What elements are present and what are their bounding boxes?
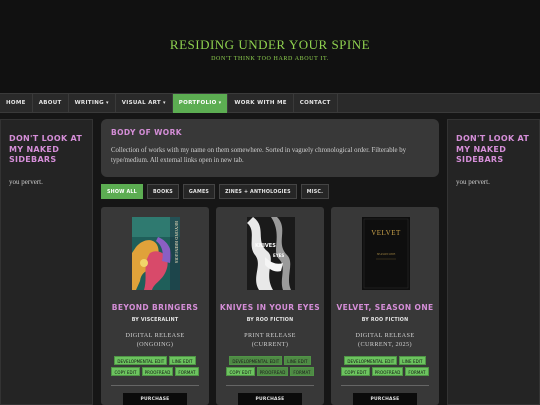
card-title[interactable]: KNIVES IN YOUR EYES bbox=[216, 303, 324, 312]
cover-title-text: VELVET bbox=[371, 229, 401, 237]
card-title[interactable]: BEYOND BRINGERS bbox=[101, 303, 209, 312]
portfolio-card: KNIVES EYES KNIVES IN YOUR EYES BY ROO F… bbox=[216, 207, 324, 405]
page-description: Collection of works with my name on them… bbox=[111, 147, 407, 164]
nav-work-with-me-label: WORK WITH ME bbox=[234, 100, 287, 106]
nav-visual-art-label: VISUAL ART bbox=[121, 100, 161, 106]
nav-writing-label: WRITING bbox=[74, 100, 104, 106]
nav-home[interactable]: HOME bbox=[0, 94, 33, 113]
cover-title-text: KNIVES bbox=[255, 243, 276, 249]
book-cover-image[interactable]: BEYOND BRINGERS bbox=[132, 217, 180, 290]
nav-about[interactable]: ABOUT bbox=[33, 94, 69, 113]
tag-format: FORMAT bbox=[405, 367, 429, 376]
purchase-button[interactable]: PURCHASE bbox=[238, 393, 302, 405]
card-release-status: (ONGOING) bbox=[136, 341, 174, 348]
card-release: DIGITAL RELEASE (ONGOING) bbox=[101, 331, 209, 349]
tag-format: FORMAT bbox=[175, 367, 199, 376]
portfolio-card: VELVET SEASON ONE VELVET, SEASON ONE BY … bbox=[331, 207, 439, 405]
site-tagline: DON'T THINK TOO HARD ABOUT IT. bbox=[211, 56, 329, 62]
nav-home-label: HOME bbox=[6, 100, 26, 106]
card-tags: DEVELOPMENTAL EDIT LINE EDIT COPY EDIT P… bbox=[105, 356, 205, 376]
tag-developmental-edit: DEVELOPMENTAL EDIT bbox=[344, 356, 398, 365]
card-divider bbox=[341, 385, 429, 386]
chevron-down-icon: ▾ bbox=[218, 100, 222, 106]
cover-title-text: BEYOND BRINGERS bbox=[174, 221, 179, 264]
card-release-type: DIGITAL RELEASE bbox=[125, 332, 185, 339]
filter-misc[interactable]: MISC. bbox=[300, 184, 330, 199]
sidebar-text: you pervert. bbox=[9, 177, 43, 186]
site-header: RESIDING UNDER YOUR SPINE DON'T THINK TO… bbox=[0, 0, 540, 93]
site-title[interactable]: RESIDING UNDER YOUR SPINE bbox=[0, 37, 540, 53]
card-divider bbox=[111, 385, 199, 386]
tag-proofread: PROOFREAD bbox=[371, 367, 404, 376]
book-cover-image[interactable]: VELVET SEASON ONE bbox=[362, 217, 410, 290]
card-release-type: DIGITAL RELEASE bbox=[355, 332, 415, 339]
filter-books[interactable]: BOOKS bbox=[146, 184, 179, 199]
sidebar-text: you pervert. bbox=[456, 177, 490, 186]
right-sidebar: DON'T LOOK AT MY NAKED SIDEBARS you perv… bbox=[447, 119, 540, 405]
card-release: DIGITAL RELEASE (CURRENT, 2025) bbox=[331, 331, 439, 349]
card-release-type: PRINT RELEASE bbox=[244, 332, 296, 339]
filter-bar: SHOW ALL BOOKS GAMES ZINES + ANTHOLOGIES… bbox=[101, 184, 330, 199]
card-tags: DEVELOPMENTAL EDIT LINE EDIT COPY EDIT P… bbox=[335, 356, 435, 376]
nav-portfolio-label: PORTFOLIO bbox=[178, 100, 217, 106]
nav-writing[interactable]: WRITING ▾ bbox=[69, 94, 116, 113]
card-author: BY VISCERALINT bbox=[131, 318, 179, 323]
left-sidebar: DON'T LOOK AT MY NAKED SIDEBARS you perv… bbox=[0, 119, 93, 405]
filter-zines-anthologies[interactable]: ZINES + ANTHOLOGIES bbox=[219, 184, 297, 199]
purchase-button[interactable]: PURCHASE bbox=[123, 393, 187, 405]
tag-proofread: PROOFREAD bbox=[256, 367, 289, 376]
card-title[interactable]: VELVET, SEASON ONE bbox=[331, 303, 439, 312]
main-nav: HOME ABOUT WRITING ▾ VISUAL ART ▾ PORTFOLI… bbox=[0, 93, 540, 113]
filter-show-all[interactable]: SHOW ALL bbox=[101, 184, 143, 199]
card-release-status: (CURRENT, 2025) bbox=[357, 341, 412, 348]
book-cover-image[interactable]: KNIVES EYES bbox=[247, 217, 295, 290]
card-divider bbox=[226, 385, 314, 386]
nav-contact[interactable]: CONTACT bbox=[294, 94, 338, 113]
tag-copy-edit: COPY EDIT bbox=[226, 367, 255, 376]
tag-format: FORMAT bbox=[290, 367, 314, 376]
chevron-down-icon: ▾ bbox=[105, 100, 109, 106]
card-release-status: (CURRENT) bbox=[251, 341, 289, 348]
purchase-button[interactable]: PURCHASE bbox=[353, 393, 417, 405]
portfolio-card: BEYOND BRINGERS BEYOND BRINGERS BY VISCE… bbox=[101, 207, 209, 405]
tag-line-edit: LINE EDIT bbox=[284, 356, 311, 365]
cover-subtitle-text: SEASON ONE bbox=[377, 252, 396, 256]
portfolio-grid: BEYOND BRINGERS BEYOND BRINGERS BY VISCE… bbox=[101, 207, 439, 405]
card-release: PRINT RELEASE (CURRENT) bbox=[216, 331, 324, 349]
card-author: BY ROO FICTION bbox=[246, 318, 294, 323]
filter-games[interactable]: GAMES bbox=[182, 184, 216, 199]
cover-subtitle-text: EYES bbox=[273, 253, 284, 258]
nav-visual-art[interactable]: VISUAL ART ▾ bbox=[116, 94, 173, 113]
nav-contact-label: CONTACT bbox=[299, 100, 331, 106]
tag-developmental-edit: DEVELOPMENTAL EDIT bbox=[114, 356, 168, 365]
nav-work-with-me[interactable]: WORK WITH ME bbox=[228, 94, 294, 113]
nav-portfolio[interactable]: PORTFOLIO ▾ bbox=[172, 94, 229, 113]
chevron-down-icon: ▾ bbox=[162, 100, 166, 106]
tag-copy-edit: COPY EDIT bbox=[341, 367, 370, 376]
sidebar-title: DON'T LOOK AT MY NAKED SIDEBARS bbox=[456, 134, 530, 164]
tag-line-edit: LINE EDIT bbox=[399, 356, 426, 365]
page-title: BODY OF WORK bbox=[111, 128, 182, 137]
nav-about-label: ABOUT bbox=[38, 100, 62, 106]
intro-panel: BODY OF WORK Collection of works with my… bbox=[101, 119, 439, 177]
card-author: BY ROO FICTION bbox=[361, 318, 409, 323]
tag-copy-edit: COPY EDIT bbox=[111, 367, 140, 376]
tag-line-edit: LINE EDIT bbox=[169, 356, 196, 365]
tag-proofread: PROOFREAD bbox=[141, 367, 174, 376]
tag-developmental-edit: DEVELOPMENTAL EDIT bbox=[229, 356, 283, 365]
card-tags: DEVELOPMENTAL EDIT LINE EDIT COPY EDIT P… bbox=[220, 356, 320, 376]
sidebar-title: DON'T LOOK AT MY NAKED SIDEBARS bbox=[9, 134, 83, 164]
